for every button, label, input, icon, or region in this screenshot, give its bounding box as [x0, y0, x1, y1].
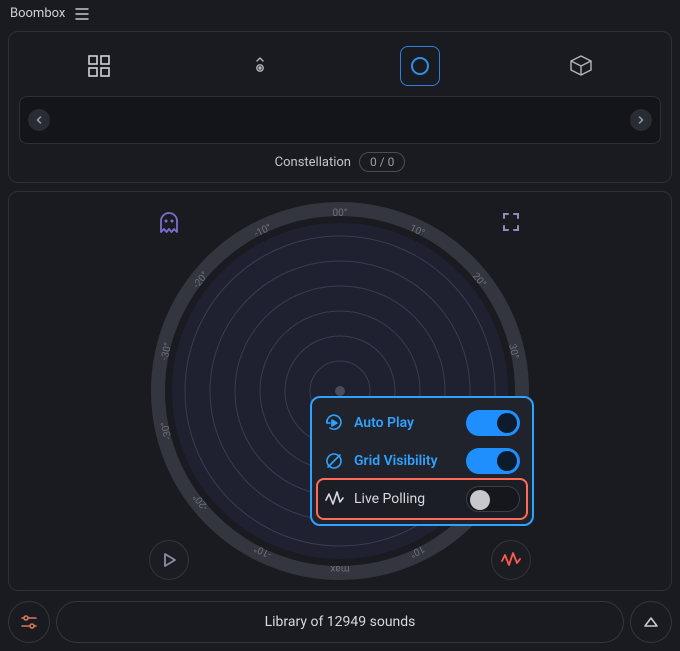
carousel-next-button[interactable]	[630, 109, 652, 131]
titlebar: Boombox	[0, 0, 680, 27]
fullscreen-button[interactable]	[491, 202, 531, 242]
autoplay-label: Auto Play	[354, 415, 456, 431]
popup-row-livepolling: Live Polling	[318, 480, 526, 518]
radar-tick-label: max	[330, 563, 349, 574]
app-title: Boombox	[10, 6, 65, 21]
live-polling-label: Live Polling	[354, 491, 456, 507]
bottom-bar: Library of 12949 sounds	[0, 593, 680, 651]
filters-button[interactable]	[8, 601, 50, 643]
autoplay-icon	[324, 413, 344, 433]
carousel-prev-button[interactable]	[28, 109, 50, 131]
tab-cube[interactable]	[561, 46, 601, 86]
grid-visibility-icon	[324, 451, 344, 471]
hamburger-icon[interactable]	[75, 8, 89, 20]
popup-row-autoplay: Auto Play	[318, 404, 526, 442]
settings-popup: Auto Play Grid Visibility Live Polling	[310, 396, 534, 526]
constellation-count-badge: 0 / 0	[359, 152, 405, 172]
autoplay-toggle[interactable]	[466, 410, 520, 436]
live-polling-toggle[interactable]	[466, 486, 520, 512]
play-button[interactable]	[149, 540, 189, 580]
library-button[interactable]: Library of 12949 sounds	[56, 601, 624, 643]
tab-ring[interactable]	[400, 46, 440, 86]
waveform-button[interactable]	[491, 540, 531, 580]
view-tabs	[19, 42, 661, 90]
tab-grid[interactable]	[79, 46, 119, 86]
constellation-label: Constellation	[275, 155, 351, 170]
radar-tick-label: 00°	[333, 208, 348, 219]
live-polling-icon	[324, 489, 344, 509]
popup-row-grid: Grid Visibility	[318, 442, 526, 480]
radar-tick-label: 30°	[506, 343, 520, 360]
carousel-strip	[19, 96, 661, 144]
ghost-mode-button[interactable]	[149, 202, 189, 242]
top-panel: Constellation 0 / 0	[8, 31, 672, 183]
grid-visibility-label: Grid Visibility	[354, 453, 456, 469]
tab-target[interactable]	[240, 46, 280, 86]
radar-panel: 00°10°20°30°30°20°10°max-10°-20°-30°-30°…	[8, 191, 672, 591]
constellation-row: Constellation 0 / 0	[19, 144, 661, 176]
collapse-button[interactable]	[630, 601, 672, 643]
grid-visibility-toggle[interactable]	[466, 448, 520, 474]
library-text: Library of 12949 sounds	[265, 614, 416, 630]
